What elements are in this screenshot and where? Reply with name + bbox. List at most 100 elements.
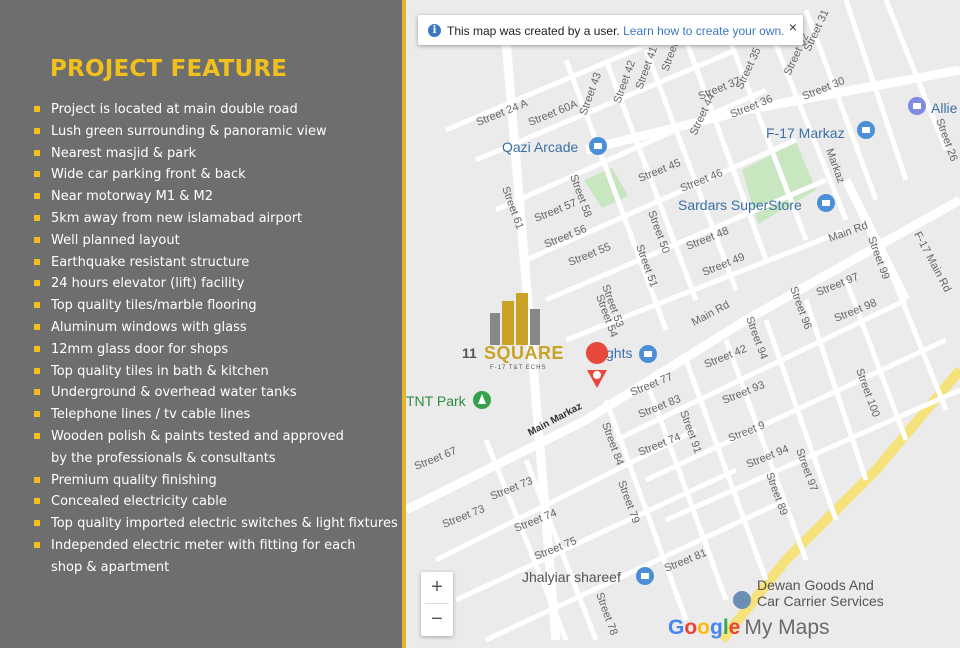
logo-name: SQUARE (484, 343, 565, 363)
feature-item: Concealed electricity cable (34, 491, 398, 513)
bullet-icon (34, 411, 40, 418)
svg-text:Street 57: Street 57 (533, 197, 579, 225)
svg-text:Street 50: Street 50 (645, 209, 672, 255)
poi-tnt-park[interactable]: TNT Park (406, 391, 491, 409)
notice-text: This map was created by a user. Learn ho… (447, 24, 785, 38)
svg-text:Street 81: Street 81 (663, 547, 709, 575)
road-label-main-rd-2: Main Rd (827, 220, 870, 245)
bullet-icon (34, 323, 40, 330)
feature-item: 12mm glass door for shops (34, 339, 398, 361)
logo-number: 11 (462, 345, 477, 361)
close-icon[interactable]: × (789, 19, 797, 35)
poi-f17-markaz[interactable]: F-17 Markaz (766, 121, 875, 141)
feature-text: Independed electric meter with fitting f… (51, 537, 356, 553)
feature-item: Underground & overhead water tanks (34, 382, 398, 404)
feature-text: Concealed electricity cable (51, 494, 227, 510)
feature-text: Telephone lines / tv cable lines (51, 407, 251, 423)
feature-item: Top quality tiles in bath & kitchen (34, 361, 398, 383)
learn-more-link[interactable]: Learn how to create your own. (623, 24, 784, 38)
feature-item: Lush green surrounding & panoramic view (34, 121, 398, 143)
bullet-icon (34, 389, 40, 396)
feature-text: Project is located at main double road (51, 102, 298, 117)
bullet-icon (34, 302, 40, 309)
feature-item: 5km away from new islamabad airport (34, 208, 398, 230)
bullet-icon (34, 345, 40, 352)
feature-title: PROJECT FEATURE (50, 56, 288, 82)
feature-list: Project is located at main double road Lu… (34, 99, 398, 579)
feature-text: Aluminum windows with glass (51, 319, 247, 335)
bullet-icon (34, 498, 40, 505)
svg-text:Street 60A: Street 60A (527, 98, 580, 129)
feature-item: Independed electric meter with fitting f… (34, 535, 398, 557)
zoom-control: + − (421, 572, 453, 636)
feature-item: Nearest masjid & park (34, 143, 398, 165)
feature-item: Wide car parking front & back (34, 164, 398, 186)
svg-text:Street 51: Street 51 (633, 243, 660, 289)
feature-text: Top quality imported electric switches &… (51, 516, 398, 532)
bullet-icon (34, 258, 40, 265)
svg-text:Street 67: Street 67 (413, 445, 459, 473)
bullet-icon (34, 193, 40, 200)
feature-text: by the professionals & consultants (51, 450, 276, 466)
svg-text:Street 26: Street 26 (933, 117, 960, 163)
feature-item: Wooden polish & paints tested and approv… (34, 426, 398, 448)
bullet-icon (34, 149, 40, 156)
svg-text:Street 73: Street 73 (441, 503, 487, 531)
poi-sardars-superstore[interactable]: Sardars SuperStore (678, 194, 835, 213)
feature-item: shop & apartment (34, 557, 398, 579)
feature-item: 24 hours elevator (lift) facility (34, 273, 398, 295)
bullet-icon (34, 432, 40, 439)
bullet-icon (34, 236, 40, 243)
feature-text: 5km away from new islamabad airport (51, 210, 303, 226)
bullet-icon (34, 541, 40, 548)
bullet-icon (34, 520, 40, 527)
svg-text:Jhalyiar shareef: Jhalyiar shareef (522, 569, 621, 585)
feature-item: Telephone lines / tv cable lines (34, 404, 398, 426)
feature-text: Well planned layout (51, 232, 180, 248)
google-my-maps-logo[interactable]: Google My Maps (668, 616, 830, 640)
bullet-icon (34, 367, 40, 374)
feature-text: Top quality tiles in bath & kitchen (51, 363, 269, 379)
feature-text: Wooden polish & paints tested and approv… (51, 428, 344, 444)
bullet-icon (34, 476, 40, 483)
info-icon: i (428, 24, 441, 37)
user-map-notice: i This map was created by a user. Learn … (418, 15, 803, 45)
feature-text: Near motorway M1 & M2 (51, 189, 213, 205)
feature-item: Aluminum windows with glass (34, 317, 398, 339)
svg-text:Sardars SuperStore: Sardars SuperStore (678, 197, 802, 213)
feature-item: Premium quality finishing (34, 470, 398, 492)
feature-item: Top quality imported electric switches &… (34, 513, 398, 535)
svg-text:Qazi Arcade: Qazi Arcade (502, 139, 578, 155)
feature-panel: PROJECT FEATURE Project is located at ma… (0, 0, 402, 648)
feature-text: Top quality tiles/marble flooring (51, 298, 257, 314)
feature-item: Top quality tiles/marble flooring (34, 295, 398, 317)
logo-subtitle: F-17 T&T ECHS (490, 365, 547, 371)
bullet-icon (34, 171, 40, 178)
feature-text: Premium quality finishing (51, 472, 217, 488)
svg-text:Dewan Goods And: Dewan Goods And (757, 577, 874, 593)
feature-item: Project is located at main double road (34, 99, 398, 121)
road-label-f17-main-rd: F-17 Main Rd (911, 230, 953, 294)
location-pin-icon[interactable] (586, 342, 609, 388)
bullet-icon (34, 127, 40, 134)
svg-text:Allie: Allie (931, 100, 958, 116)
bullet-icon (34, 280, 40, 287)
svg-text:Car Carrier Services: Car Carrier Services (757, 593, 884, 609)
svg-text:ghts: ghts (606, 345, 632, 361)
bullet-icon (34, 106, 40, 112)
zoom-out-button[interactable]: − (421, 604, 453, 635)
zoom-in-button[interactable]: + (421, 572, 453, 603)
svg-text:F-17 Markaz: F-17 Markaz (766, 125, 845, 141)
road-label-main-rd: Main Rd (690, 299, 732, 329)
svg-text:TNT Park: TNT Park (406, 393, 467, 409)
poi-allie[interactable]: Allie (908, 97, 958, 116)
feature-text: 12mm glass door for shops (51, 341, 229, 357)
feature-text: Lush green surrounding & panoramic view (51, 123, 327, 139)
svg-text:Street 46: Street 46 (679, 167, 725, 195)
feature-text: Wide car parking front & back (51, 167, 246, 183)
feature-item: Earthquake resistant structure (34, 252, 398, 274)
poi-heights[interactable]: ghts (606, 345, 657, 363)
feature-text: Nearest masjid & park (51, 145, 197, 161)
feature-text: 24 hours elevator (lift) facility (51, 276, 245, 292)
feature-item: Well planned layout (34, 230, 398, 252)
